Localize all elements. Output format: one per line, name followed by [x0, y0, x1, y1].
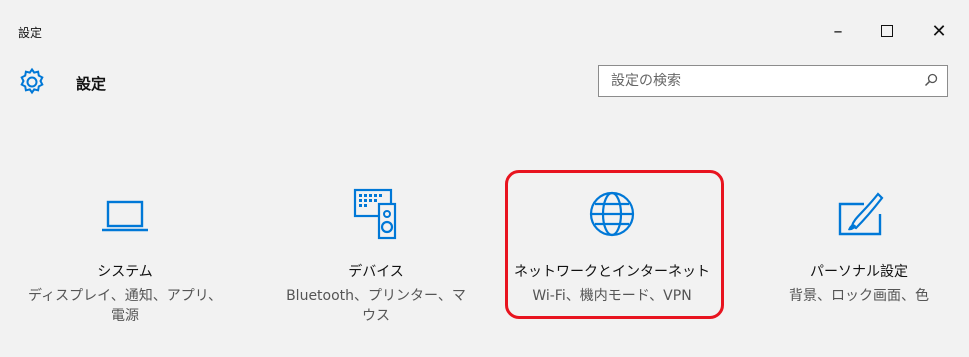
- close-button[interactable]: ✕: [913, 0, 965, 62]
- close-icon: ✕: [931, 20, 947, 42]
- laptop-icon: [102, 200, 148, 232]
- window-title: 設定: [18, 26, 43, 40]
- tile-personalization-desc: 背景、ロック画面、色: [789, 288, 929, 304]
- settings-window: 設定 – ✕ 設定 設定の検索 システム ディスプレイ、通知、アプリ、 電源 デ…: [0, 0, 969, 357]
- search-box[interactable]: [598, 65, 948, 97]
- maximize-button[interactable]: [861, 0, 913, 62]
- page-title: 設定: [76, 75, 107, 93]
- maximize-icon: [881, 25, 893, 37]
- tile-network[interactable]: ネットワークとインターネット Wi-Fi、機内モード、VPN: [502, 186, 722, 346]
- tile-system-name: システム: [97, 264, 153, 280]
- tile-system-desc: ディスプレイ、通知、アプリ、 電源: [28, 288, 222, 324]
- tile-network-desc: Wi-Fi、機内モード、VPN: [532, 288, 692, 304]
- devices-icon: [353, 188, 397, 240]
- search-icon[interactable]: [924, 73, 938, 87]
- paint-icon: [838, 192, 884, 236]
- globe-icon: [589, 191, 635, 237]
- tile-personalization-name: パーソナル設定: [810, 264, 908, 280]
- settings-header: 設定: [0, 62, 969, 104]
- title-bar: 設定 – ✕: [0, 0, 969, 62]
- tile-devices-desc: Bluetooth、プリンター、マ ウス: [286, 288, 466, 324]
- tile-personalization[interactable]: パーソナル設定 背景、ロック画面、色: [749, 186, 969, 346]
- minimize-button[interactable]: –: [812, 0, 864, 62]
- minimize-icon: –: [833, 20, 843, 42]
- search-input[interactable]: [599, 66, 933, 96]
- tile-network-name: ネットワークとインターネット: [514, 264, 710, 280]
- tile-devices-name: デバイス: [348, 264, 404, 280]
- tile-devices[interactable]: デバイス Bluetooth、プリンター、マ ウス: [266, 186, 486, 346]
- tile-system[interactable]: システム ディスプレイ、通知、アプリ、 電源: [15, 186, 235, 346]
- gear-icon: [20, 67, 44, 95]
